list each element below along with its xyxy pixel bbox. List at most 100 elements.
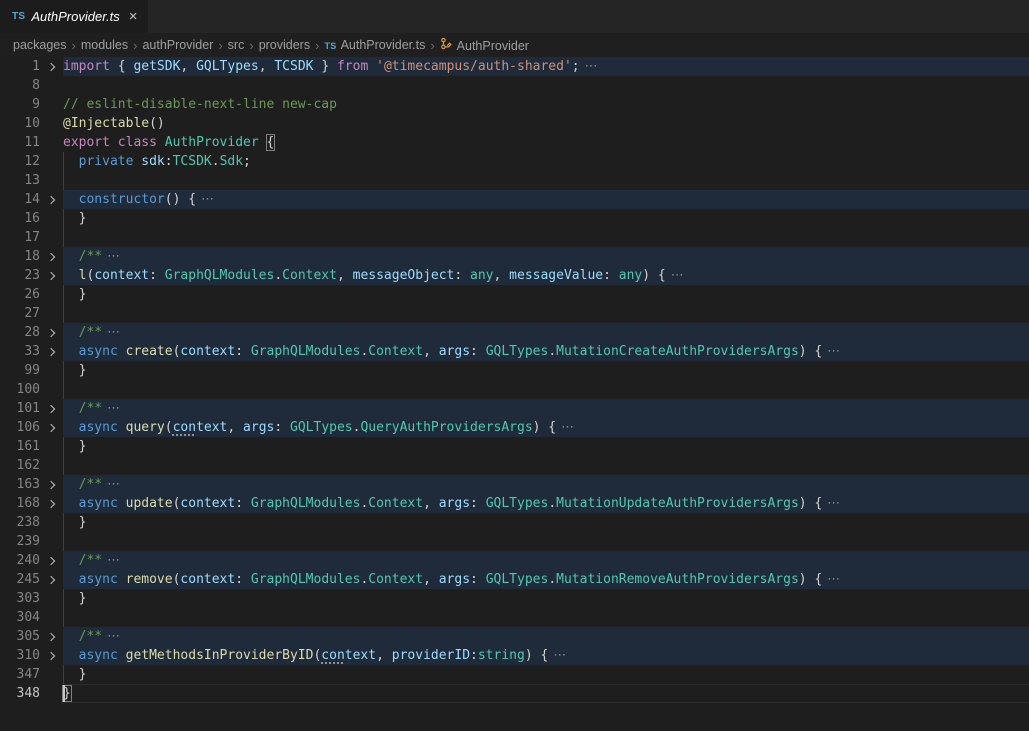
code-line-content[interactable]: } bbox=[63, 361, 1029, 380]
code-line-content[interactable]: /**⋯ bbox=[63, 399, 1029, 418]
class-symbol-icon bbox=[440, 37, 453, 50]
code-line: 245 async remove(context: GraphQLModules… bbox=[0, 570, 1029, 589]
code-line: 101 /**⋯ bbox=[0, 399, 1029, 418]
fold-chevron[interactable] bbox=[40, 646, 63, 665]
code-line-content[interactable]: } bbox=[63, 209, 1029, 228]
code-lines: 1 import { getSDK, GQLTypes, TCSDK } from… bbox=[0, 57, 1029, 703]
breadcrumb-item-file[interactable]: TSAuthProvider.ts bbox=[324, 38, 425, 52]
fold-chevron[interactable] bbox=[40, 494, 63, 513]
breadcrumb-item-symbol[interactable]: AuthProvider bbox=[440, 37, 529, 53]
line-number: 163 bbox=[0, 475, 40, 494]
code-line-content[interactable]: async query(context, args: GQLTypes.Quer… bbox=[63, 418, 1029, 437]
code-line-content[interactable]: private sdk:TCSDK.Sdk; bbox=[63, 152, 1029, 171]
fold-chevron[interactable] bbox=[40, 190, 63, 209]
folded-code-ellipsis[interactable]: ⋯ bbox=[671, 268, 684, 283]
code-line-content[interactable]: async getMethodsInProviderByID(context, … bbox=[63, 646, 1029, 665]
code-line-content[interactable] bbox=[63, 228, 1029, 247]
code-line-content[interactable]: } bbox=[63, 513, 1029, 532]
code-line-content[interactable]: @Injectable() bbox=[63, 114, 1029, 133]
tab-title: AuthProvider.ts bbox=[31, 9, 119, 24]
code-line-content[interactable] bbox=[63, 456, 1029, 475]
code-line: 161 } bbox=[0, 437, 1029, 456]
breadcrumb-separator-icon: › bbox=[72, 38, 76, 53]
folded-code-ellipsis[interactable]: ⋯ bbox=[107, 629, 120, 644]
code-editor[interactable]: 1 import { getSDK, GQLTypes, TCSDK } from… bbox=[0, 57, 1029, 731]
code-line-content[interactable] bbox=[63, 304, 1029, 323]
code-line-content[interactable]: } bbox=[63, 665, 1029, 684]
folded-code-ellipsis[interactable]: ⋯ bbox=[827, 496, 840, 511]
line-number: 100 bbox=[0, 380, 40, 399]
code-line: 304 bbox=[0, 608, 1029, 627]
code-line: 17 bbox=[0, 228, 1029, 247]
code-line: 303 } bbox=[0, 589, 1029, 608]
code-line: 100 bbox=[0, 380, 1029, 399]
fold-chevron[interactable] bbox=[40, 342, 63, 361]
code-line: 240 /**⋯ bbox=[0, 551, 1029, 570]
breadcrumb-item-providers[interactable]: providers bbox=[259, 38, 310, 52]
code-line-content[interactable]: /**⋯ bbox=[63, 475, 1029, 494]
fold-chevron[interactable] bbox=[40, 570, 63, 589]
code-line-content[interactable]: } bbox=[63, 285, 1029, 304]
folded-code-ellipsis[interactable]: ⋯ bbox=[107, 325, 120, 340]
fold-chevron[interactable] bbox=[40, 551, 63, 570]
code-line-content[interactable] bbox=[63, 532, 1029, 551]
fold-chevron[interactable] bbox=[40, 418, 63, 437]
line-number: 14 bbox=[0, 190, 40, 209]
line-number: 1 bbox=[0, 57, 40, 76]
fold-chevron[interactable] bbox=[40, 57, 63, 76]
breadcrumb-item-authprovider[interactable]: authProvider bbox=[142, 38, 213, 52]
code-line-content[interactable]: async create(context: GraphQLModules.Con… bbox=[63, 342, 1029, 361]
code-line: 33 async create(context: GraphQLModules.… bbox=[0, 342, 1029, 361]
tab-authprovider[interactable]: TS AuthProvider.ts × bbox=[0, 0, 149, 33]
code-line-content[interactable]: } bbox=[63, 589, 1029, 608]
chevron-right-icon bbox=[46, 328, 54, 336]
bracket-match: { bbox=[267, 135, 275, 150]
code-line-content[interactable] bbox=[63, 380, 1029, 399]
folded-code-ellipsis[interactable]: ⋯ bbox=[107, 553, 120, 568]
fold-chevron[interactable] bbox=[40, 399, 63, 418]
folded-code-ellipsis[interactable]: ⋯ bbox=[827, 344, 840, 359]
code-line-content[interactable] bbox=[63, 608, 1029, 627]
code-line-content[interactable]: /**⋯ bbox=[63, 551, 1029, 570]
tab-close-icon[interactable]: × bbox=[129, 9, 138, 24]
breadcrumb-item-src[interactable]: src bbox=[228, 38, 245, 52]
code-line: 163 /**⋯ bbox=[0, 475, 1029, 494]
code-line-content[interactable] bbox=[63, 76, 1029, 95]
code-line-content[interactable]: // eslint-disable-next-line new-cap bbox=[63, 95, 1029, 114]
folded-code-ellipsis[interactable]: ⋯ bbox=[561, 420, 574, 435]
folded-code-ellipsis[interactable]: ⋯ bbox=[107, 477, 120, 492]
folded-code-ellipsis[interactable]: ⋯ bbox=[107, 249, 120, 264]
code-line-content[interactable]: } bbox=[63, 684, 1029, 703]
code-line: 348} bbox=[0, 684, 1029, 703]
code-line-content[interactable]: } bbox=[63, 437, 1029, 456]
line-number: 161 bbox=[0, 437, 40, 456]
breadcrumb-item-packages[interactable]: packages bbox=[13, 38, 67, 52]
code-line-content[interactable]: /**⋯ bbox=[63, 247, 1029, 266]
code-line-content[interactable]: async remove(context: GraphQLModules.Con… bbox=[63, 570, 1029, 589]
code-line: 1 import { getSDK, GQLTypes, TCSDK } from… bbox=[0, 57, 1029, 76]
code-line-content[interactable]: l(context: GraphQLModules.Context, messa… bbox=[63, 266, 1029, 285]
fold-chevron[interactable] bbox=[40, 266, 63, 285]
code-line-content[interactable] bbox=[63, 171, 1029, 190]
fold-chevron[interactable] bbox=[40, 247, 63, 266]
code-line-content[interactable]: import { getSDK, GQLTypes, TCSDK } from … bbox=[63, 57, 1029, 76]
folded-code-ellipsis[interactable]: ⋯ bbox=[827, 572, 840, 587]
code-line-content[interactable]: async update(context: GraphQLModules.Con… bbox=[63, 494, 1029, 513]
chevron-right-icon bbox=[46, 575, 54, 583]
code-line-content[interactable]: export class AuthProvider { bbox=[63, 133, 1029, 152]
line-number: 26 bbox=[0, 285, 40, 304]
code-line-content[interactable]: constructor() {⋯ bbox=[63, 190, 1029, 209]
fold-chevron[interactable] bbox=[40, 627, 63, 646]
folded-code-ellipsis[interactable]: ⋯ bbox=[553, 648, 566, 663]
fold-chevron[interactable] bbox=[40, 475, 63, 494]
folded-code-ellipsis[interactable]: ⋯ bbox=[107, 401, 120, 416]
code-line-content[interactable]: /**⋯ bbox=[63, 323, 1029, 342]
breadcrumb-item-modules[interactable]: modules bbox=[81, 38, 128, 52]
line-number: 303 bbox=[0, 589, 40, 608]
folded-code-ellipsis[interactable]: ⋯ bbox=[585, 59, 598, 74]
code-line: 18 /**⋯ bbox=[0, 247, 1029, 266]
code-line: 28 /**⋯ bbox=[0, 323, 1029, 342]
folded-code-ellipsis[interactable]: ⋯ bbox=[201, 192, 214, 207]
code-line-content[interactable]: /**⋯ bbox=[63, 627, 1029, 646]
fold-chevron[interactable] bbox=[40, 323, 63, 342]
